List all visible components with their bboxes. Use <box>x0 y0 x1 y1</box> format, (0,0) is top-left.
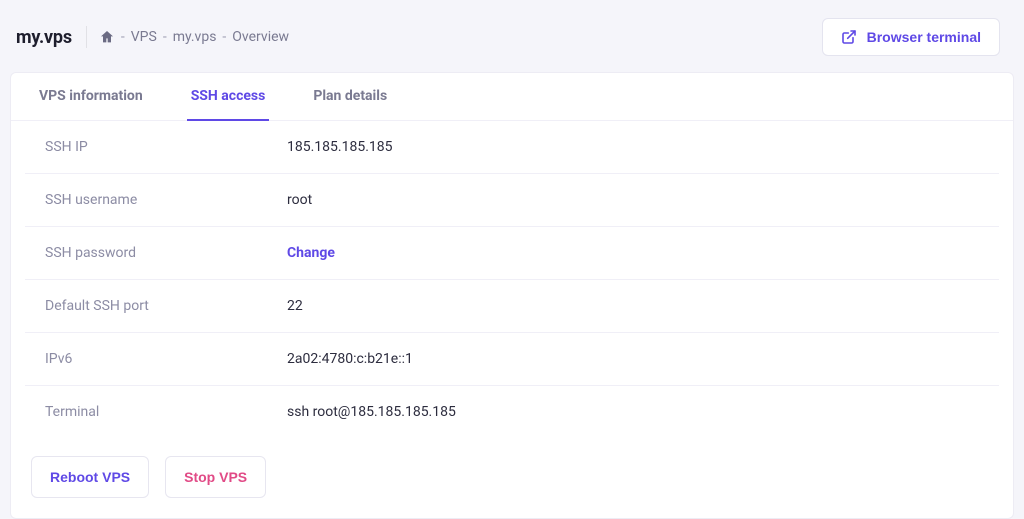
browser-terminal-label: Browser terminal <box>867 29 981 45</box>
breadcrumb-sep: - <box>163 29 167 45</box>
row-ssh-username: SSH username root <box>25 174 999 227</box>
row-label: Terminal <box>45 404 287 420</box>
details-rows: SSH IP 185.185.185.185 SSH username root… <box>11 121 1013 438</box>
row-value: 185.185.185.185 <box>287 139 393 155</box>
external-link-icon <box>841 29 857 45</box>
row-label: SSH IP <box>45 139 287 155</box>
page-header: my.vps - VPS - my.vps - Overview Browser… <box>0 0 1024 72</box>
stop-vps-button[interactable]: Stop VPS <box>165 456 266 498</box>
row-label: IPv6 <box>45 351 287 367</box>
row-label: SSH password <box>45 245 287 261</box>
reboot-vps-button[interactable]: Reboot VPS <box>31 456 149 498</box>
row-value: 2a02:4780:c:b21e::1 <box>287 351 413 367</box>
row-value: ssh root@185.185.185.185 <box>287 404 456 420</box>
home-icon[interactable] <box>99 29 115 45</box>
browser-terminal-button[interactable]: Browser terminal <box>822 18 1000 56</box>
row-label: SSH username <box>45 192 287 208</box>
breadcrumb: - VPS - my.vps - Overview <box>99 29 289 45</box>
hostname-title: my.vps <box>16 27 86 48</box>
tab-vps-information[interactable]: VPS information <box>35 73 147 121</box>
breadcrumb-item[interactable]: Overview <box>232 29 289 45</box>
row-ssh-ip: SSH IP 185.185.185.185 <box>25 121 999 174</box>
main-panel: VPS information SSH access Plan details … <box>10 72 1014 519</box>
breadcrumb-item[interactable]: VPS <box>131 29 157 45</box>
action-bar: Reboot VPS Stop VPS <box>11 438 1013 518</box>
row-ssh-port: Default SSH port 22 <box>25 280 999 333</box>
change-password-link[interactable]: Change <box>287 245 335 261</box>
row-value: root <box>287 192 312 208</box>
row-ipv6: IPv6 2a02:4780:c:b21e::1 <box>25 333 999 386</box>
tab-plan-details[interactable]: Plan details <box>309 73 391 121</box>
breadcrumb-item[interactable]: my.vps <box>173 29 217 45</box>
tab-ssh-access[interactable]: SSH access <box>187 73 270 121</box>
tabs: VPS information SSH access Plan details <box>11 73 1013 121</box>
row-terminal: Terminal ssh root@185.185.185.185 <box>25 386 999 438</box>
header-divider <box>86 26 87 48</box>
breadcrumb-sep: - <box>121 29 125 45</box>
header-left: my.vps - VPS - my.vps - Overview <box>16 26 289 48</box>
breadcrumb-sep: - <box>222 29 226 45</box>
row-ssh-password: SSH password Change <box>25 227 999 280</box>
row-value: 22 <box>287 298 303 314</box>
row-label: Default SSH port <box>45 298 287 314</box>
